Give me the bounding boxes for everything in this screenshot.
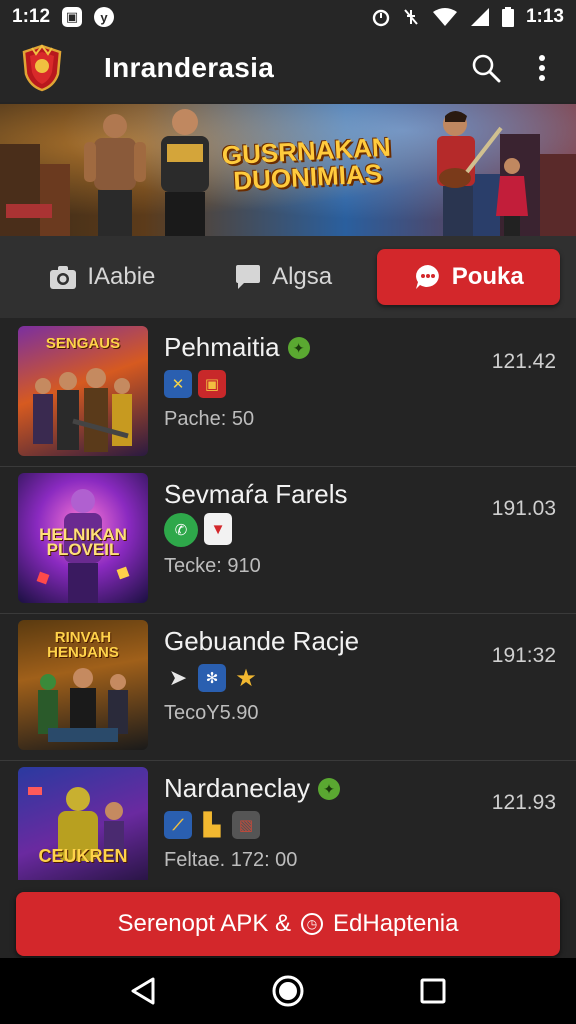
item-title: Gebuande Racje (164, 626, 359, 657)
back-triangle-icon (131, 977, 155, 1005)
game-thumbnail[interactable]: CEUKREN (18, 767, 148, 880)
status-bar: 1:12 ▣ y 1:13 (0, 0, 576, 34)
system-nav-bar (0, 958, 576, 1024)
notification-y-icon: y (94, 7, 115, 27)
search-icon (472, 54, 501, 83)
item-title-text: Pehmaitia (164, 332, 280, 362)
recents-square-icon (420, 978, 446, 1004)
verified-badge-icon: ✦ (317, 778, 340, 800)
tab-iaabie[interactable]: IAabie (16, 249, 189, 305)
status-time-right: 1:13 (525, 6, 564, 27)
chat-bubble-icon (236, 265, 261, 289)
notification-app-icon: ▣ (62, 7, 83, 27)
item-title: Pehmaitia ✦ (164, 332, 310, 363)
list-item[interactable]: SENGAUS Pehmaitia ✦ ✕ ▣ Pache: 50 121.42 (0, 320, 576, 467)
tab-label: Pouka (451, 263, 524, 290)
game-thumbnail[interactable]: HELNIKAN PLOVEIL (18, 473, 148, 603)
item-tag-icons: ⟋ ▙ ▧ (164, 811, 260, 839)
item-title: Sevmaŕa Farels (164, 479, 348, 510)
item-tag-icons: ✕ ▣ (164, 370, 226, 398)
crossed-swords-icon: ✕ (164, 370, 192, 398)
status-time-left: 1:12 (12, 6, 51, 27)
thumbnail-caption: SENGAUS (45, 335, 121, 352)
item-title-text: Sevmaŕa Farels (164, 479, 348, 509)
paper-plane-icon: ➤ (168, 665, 188, 690)
camera-icon (50, 266, 77, 289)
hero-title: GUSRNAKAN DUONIMIAS (221, 131, 392, 196)
item-tag-icons: ✆ ▼ (164, 513, 232, 547)
game-thumbnail[interactable]: RINVAH HENJANS (18, 620, 148, 750)
tab-pouka[interactable]: Pouka (377, 249, 561, 305)
battery-icon (501, 7, 514, 27)
download-apk-button[interactable]: Serenopt APK & ◷ EdHaptenia (16, 892, 560, 956)
tab-algsa[interactable]: Algsa (197, 249, 370, 305)
app-title: Inranderasia (104, 52, 275, 83)
item-value: 121.93 (491, 791, 556, 814)
gift-box-icon: ▣ (198, 370, 226, 398)
nav-recents-button[interactable] (409, 967, 457, 1015)
verified-badge-icon: ✦ (287, 337, 310, 359)
hero-fighter-center (161, 109, 209, 236)
item-tag-icons: ➤ ✻ ★ (164, 664, 260, 692)
item-meta: TecoY5.90 (164, 702, 259, 724)
map-icon: ▧ (232, 811, 260, 839)
app-logo-shield-icon[interactable] (20, 44, 64, 92)
download-label-left: Serenopt APK & (117, 910, 291, 937)
item-value: 191.03 (491, 497, 556, 520)
puzzle-icon: ▙ (203, 812, 221, 837)
cell-signal-icon (470, 8, 489, 26)
tab-bar: IAabie Algsa Pouka (0, 236, 576, 318)
item-meta: Tecke: 910 (164, 555, 261, 577)
alarm-icon (372, 9, 390, 27)
nav-home-button[interactable] (264, 967, 312, 1015)
game-thumbnail[interactable]: SENGAUS (18, 326, 148, 456)
more-vert-icon (539, 55, 545, 81)
shield-flag-icon: ▼ (204, 513, 232, 545)
hero-dancer (496, 158, 528, 236)
item-value: 121.42 (491, 350, 556, 373)
thumbnail-caption: HELNIKAN PLOVEIL (39, 525, 127, 559)
app-bar: Inranderasia (0, 34, 576, 102)
wifi-icon (432, 8, 457, 26)
item-title: Nardaneclay ✦ (164, 773, 340, 804)
list-item[interactable]: RINVAH HENJANS Gebuande Racje ➤ ✻ ★ Teco… (0, 614, 576, 761)
download-label-right: EdHaptenia (333, 910, 459, 937)
item-meta: Feltae. 172: 00 (164, 849, 298, 871)
search-button[interactable] (464, 46, 508, 90)
nav-back-button[interactable] (119, 967, 167, 1015)
thumbnail-caption: RINVAH HENJANS (47, 629, 119, 661)
game-list: SENGAUS Pehmaitia ✦ ✕ ▣ Pache: 50 121.42 … (0, 320, 576, 880)
thumbnail-caption: CEUKREN (38, 846, 128, 866)
item-title-text: Gebuande Racje (164, 626, 360, 656)
no-signal-icon (404, 9, 418, 25)
list-item[interactable]: CEUKREN Nardaneclay ✦ ⟋ ▙ ▧ Feltae. 172: … (0, 761, 576, 880)
tab-label: IAabie (87, 263, 156, 290)
whatsapp-icon: ✆ (164, 513, 198, 547)
snowflake-icon: ✻ (198, 664, 226, 692)
star-icon: ★ (235, 664, 257, 692)
list-item[interactable]: HELNIKAN PLOVEIL Sevmaŕa Farels ✆ ▼ Teck… (0, 467, 576, 614)
message-icon (415, 265, 439, 289)
item-meta: Pache: 50 (164, 408, 255, 430)
hero-fighter-left (84, 114, 146, 236)
home-circle-icon (272, 975, 304, 1007)
tab-label: Algsa (272, 263, 333, 290)
hero-banner[interactable]: GUSRNAKAN DUONIMIAS (0, 104, 576, 236)
overflow-menu-button[interactable] (520, 46, 564, 90)
item-title-text: Nardaneclay (164, 773, 310, 803)
wrench-icon: ⟋ (164, 811, 192, 839)
item-value: 191:32 (491, 644, 556, 667)
clock-icon: ◷ (301, 913, 323, 935)
